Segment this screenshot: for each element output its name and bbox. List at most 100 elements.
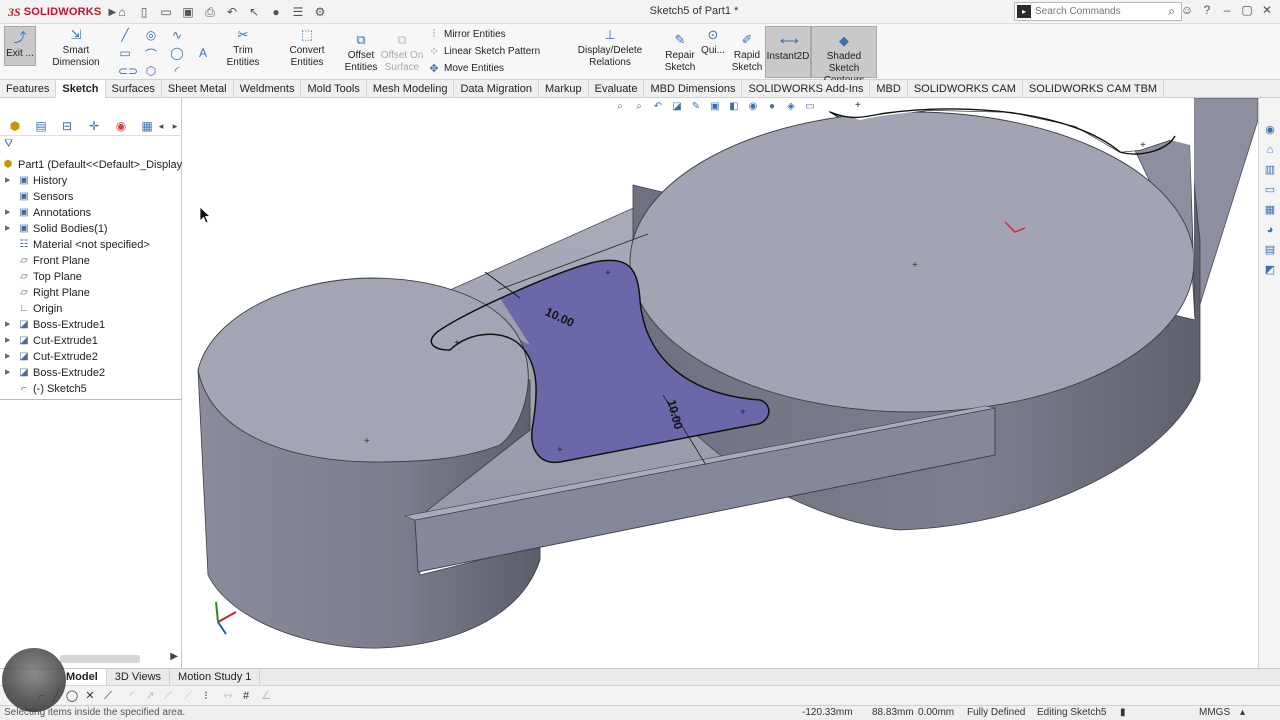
tab-markup[interactable]: Markup: [539, 80, 589, 98]
quick-snaps-button[interactable]: ⊙ Qui...: [700, 27, 726, 57]
hide-show-items-icon[interactable]: ◉: [745, 100, 761, 114]
linear-pattern-button[interactable]: ⁘ Linear Sketch Pattern: [428, 45, 540, 58]
feature-manager-icon[interactable]: ⬢: [6, 118, 24, 134]
search-input[interactable]: [1035, 4, 1155, 19]
chamfer-tool-icon[interactable]: ↗: [142, 688, 158, 704]
polygon-icon[interactable]: ⬡: [144, 64, 158, 78]
expand-icon[interactable]: ▶: [5, 349, 10, 365]
close-icon[interactable]: ✕: [1260, 3, 1274, 17]
maximize-icon[interactable]: ▢: [1240, 3, 1254, 17]
search-commands[interactable]: ▸ ⌕: [1014, 2, 1182, 21]
display-delete-relations-button[interactable]: ⊥ Display/Delete Relations: [558, 27, 662, 69]
tree-item-origin[interactable]: ∟ Origin: [0, 301, 182, 317]
design-library-icon[interactable]: ▥: [1259, 160, 1280, 180]
instant2d-button[interactable]: ⟷ Instant2D: [765, 26, 811, 78]
expand-icon[interactable]: ▶: [5, 333, 10, 349]
options-icon[interactable]: ⚙: [310, 3, 330, 21]
tree-item-boss-extrude1[interactable]: ▶ ◪ Boss-Extrude1: [0, 317, 182, 333]
solidworks-logo[interactable]: 3S SOLIDWORKS ▶: [8, 4, 116, 20]
spline-icon[interactable]: ∿: [170, 28, 184, 42]
circle-tool-icon[interactable]: ◯: [64, 688, 80, 704]
custom-properties-icon[interactable]: ▤: [1259, 240, 1280, 260]
edit-appearance-icon[interactable]: ●: [764, 100, 780, 114]
save-icon[interactable]: ▣: [178, 3, 198, 21]
undo-icon[interactable]: ↶: [222, 3, 242, 21]
tree-item-annotations[interactable]: ▶ ▣ Annotations: [0, 205, 182, 221]
print-icon[interactable]: ⎙: [200, 3, 220, 21]
tree-item-solid-bodies[interactable]: ▶ ▣ Solid Bodies(1): [0, 221, 182, 237]
tree-item-sensors[interactable]: ▣ Sensors: [0, 189, 182, 205]
file-properties-icon[interactable]: ☰: [288, 3, 308, 21]
offset-entities-button[interactable]: ⧉ Offset Entities: [343, 32, 379, 74]
view-palette-icon[interactable]: ▦: [1259, 200, 1280, 220]
tab-evaluate[interactable]: Evaluate: [589, 80, 645, 98]
status-units[interactable]: MMGS: [1199, 706, 1230, 720]
section-view-icon[interactable]: ◪: [669, 100, 685, 114]
offset-on-surface-button[interactable]: ⧉ Offset On Surface: [380, 32, 424, 74]
appearances-icon[interactable]: ◕: [1259, 220, 1280, 240]
tab-3d-views[interactable]: 3D Views: [107, 669, 171, 685]
expand-icon[interactable]: ▶: [5, 365, 10, 381]
property-manager-icon[interactable]: ▤: [32, 118, 50, 134]
rebuild-icon[interactable]: ●: [266, 3, 286, 21]
rectangle-icon[interactable]: ▭: [118, 46, 132, 60]
graphics-area[interactable]: 10.00 10.00 + + + + + + + +: [182, 98, 1258, 668]
trim-tool-icon[interactable]: ✕: [82, 688, 98, 704]
tree-item-top-plane[interactable]: ▱ Top Plane: [0, 269, 182, 285]
view-settings-icon[interactable]: ▭: [802, 100, 818, 114]
construction-tool-icon[interactable]: ⟋: [180, 688, 196, 704]
tab-solidworks-cam[interactable]: SOLIDWORKS CAM: [908, 80, 1023, 98]
mirror-tool-icon[interactable]: ⇿: [220, 688, 236, 704]
text-icon[interactable]: A: [196, 46, 210, 60]
model-view[interactable]: 10.00 10.00 + + + + + + + +: [182, 98, 1258, 668]
ellipse-icon[interactable]: ◯: [170, 46, 184, 60]
fillet-tool-icon[interactable]: ◜: [124, 688, 140, 704]
tree-item-history[interactable]: ▶ ▣ History: [0, 173, 182, 189]
filter-icon[interactable]: ⛛: [4, 138, 13, 151]
tab-sheet-metal[interactable]: Sheet Metal: [162, 80, 234, 98]
search-icon[interactable]: ⌕: [1168, 4, 1175, 19]
tree-root-part[interactable]: ⬢ Part1 (Default<<Default>_Display S: [0, 157, 182, 173]
solidworks-resources-icon[interactable]: ◉: [1259, 120, 1280, 140]
tab-mbd[interactable]: MBD: [870, 80, 908, 98]
select-icon[interactable]: ↖: [244, 3, 264, 21]
exit-sketch-button[interactable]: ⤴ Exit ...: [4, 26, 36, 66]
tab-mbd-dimensions[interactable]: MBD Dimensions: [644, 80, 743, 98]
grid-tool-icon[interactable]: #: [238, 688, 254, 704]
mirror-entities-button[interactable]: ⫶ Mirror Entities: [428, 28, 506, 41]
tree-item-cut-extrude1[interactable]: ▶ ◪ Cut-Extrude1: [0, 333, 182, 349]
tab-mold-tools[interactable]: Mold Tools: [301, 80, 367, 98]
shaded-sketch-contours-button[interactable]: ◆ Shaded Sketch Contours: [811, 26, 877, 86]
arc-icon[interactable]: ⌒: [144, 46, 158, 63]
file-explorer-icon[interactable]: ▭: [1259, 180, 1280, 200]
centerline-tool-icon[interactable]: ⟋: [160, 688, 176, 704]
smart-dimension-button[interactable]: ⇲ Smart Dimension: [38, 27, 114, 69]
tab-data-migration[interactable]: Data Migration: [454, 80, 539, 98]
display-manager-icon[interactable]: ◉: [112, 118, 130, 134]
dynamic-annotation-icon[interactable]: ✎: [688, 100, 704, 114]
angle-tool-icon[interactable]: ∠: [258, 688, 274, 704]
line-icon[interactable]: ╱: [118, 28, 132, 42]
expand-icon[interactable]: ▶: [5, 221, 10, 237]
home-pane-icon[interactable]: ⌂: [1259, 140, 1280, 160]
solidworks-forum-icon[interactable]: ◩: [1259, 260, 1280, 280]
tree-item-boss-extrude2[interactable]: ▶ ◪ Boss-Extrude2: [0, 365, 182, 381]
tab-weldments[interactable]: Weldments: [234, 80, 302, 98]
new-document-icon[interactable]: ▯: [134, 3, 154, 21]
tree-item-material[interactable]: ☷ Material <not specified>: [0, 237, 182, 253]
slot-icon[interactable]: ⊂⊃: [118, 64, 138, 78]
tab-solidworks-add-ins[interactable]: SOLIDWORKS Add-Ins: [742, 80, 871, 98]
fillet-icon[interactable]: ◜: [170, 64, 184, 78]
point-tool-icon[interactable]: ⁝: [198, 688, 214, 704]
minimize-icon[interactable]: –: [1220, 3, 1234, 17]
tab-sketch[interactable]: Sketch: [56, 80, 106, 98]
apply-scene-icon[interactable]: ◈: [783, 100, 799, 114]
tab-features[interactable]: Features: [0, 80, 57, 98]
tab-mesh-modeling[interactable]: Mesh Modeling: [367, 80, 455, 98]
tab-solidworks-cam-tbm[interactable]: SOLIDWORKS CAM TBM: [1023, 80, 1165, 98]
tab-surfaces[interactable]: Surfaces: [106, 80, 162, 98]
rollback-bar[interactable]: [0, 398, 182, 400]
tree-item-cut-extrude2[interactable]: ▶ ◪ Cut-Extrude2: [0, 349, 182, 365]
scroll-thumb[interactable]: [60, 655, 140, 663]
help-icon[interactable]: ?: [1200, 3, 1214, 17]
